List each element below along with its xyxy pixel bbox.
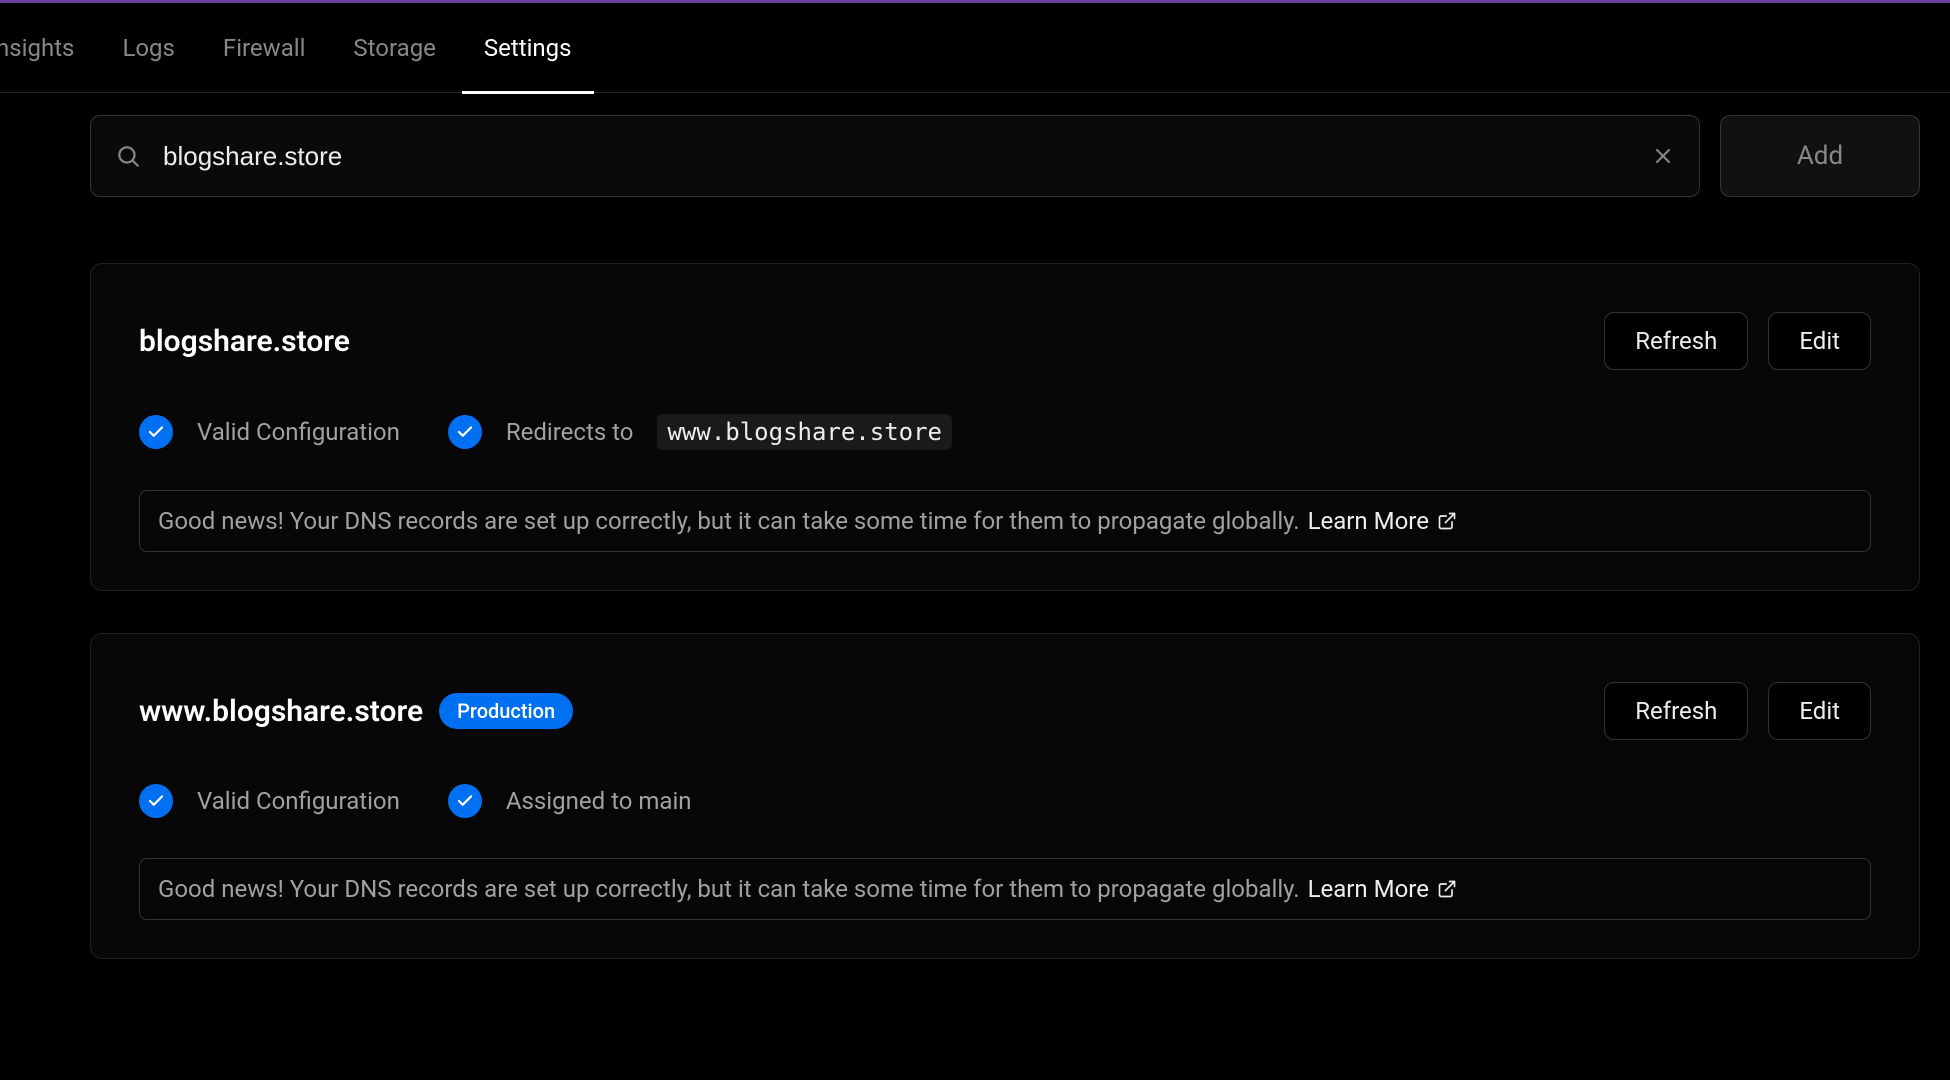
external-link-icon: [1437, 879, 1457, 899]
nav-item-insights[interactable]: d Insights: [0, 3, 74, 93]
domain-title-wrap: www.blogshare.store Production: [139, 693, 573, 729]
domain-card-header: www.blogshare.store Production Refresh E…: [139, 682, 1871, 740]
domain-status-row: Valid Configuration Redirects to www.blo…: [139, 414, 1871, 450]
learn-more-link[interactable]: Learn More: [1308, 875, 1457, 903]
domain-card-header: blogshare.store Refresh Edit: [139, 312, 1871, 370]
domain-card-actions: Refresh Edit: [1604, 312, 1871, 370]
status-label-prefix: Redirects to: [506, 418, 634, 446]
external-link-icon: [1437, 511, 1457, 531]
check-icon: [448, 784, 482, 818]
dns-notice-text: Good news! Your DNS records are set up c…: [158, 507, 1300, 535]
domain-card: www.blogshare.store Production Refresh E…: [90, 633, 1920, 959]
domain-card: blogshare.store Refresh Edit Valid Confi…: [90, 263, 1920, 591]
check-icon: [139, 415, 173, 449]
nav-item-logs[interactable]: Logs: [122, 3, 174, 93]
env-badge-production: Production: [439, 693, 573, 729]
status-label: Assigned to main: [506, 787, 692, 815]
domain-card-actions: Refresh Edit: [1604, 682, 1871, 740]
search-icon: [115, 143, 141, 169]
clear-search-icon[interactable]: [1651, 144, 1675, 168]
domain-status-row: Valid Configuration Assigned to main: [139, 784, 1871, 818]
status-label: Valid Configuration: [197, 418, 400, 446]
domain-search-box[interactable]: [90, 115, 1700, 197]
domain-name: blogshare.store: [139, 324, 350, 359]
learn-more-link[interactable]: Learn More: [1308, 507, 1457, 535]
top-nav: d Insights Logs Firewall Storage Setting…: [0, 3, 1950, 93]
status-assigned: Assigned to main: [448, 784, 692, 818]
dns-notice-text: Good news! Your DNS records are set up c…: [158, 875, 1300, 903]
status-valid-config: Valid Configuration: [139, 415, 400, 449]
status-redirects: Redirects to www.blogshare.store: [448, 414, 952, 450]
domain-name: www.blogshare.store: [139, 694, 423, 729]
edit-button[interactable]: Edit: [1768, 682, 1871, 740]
check-icon: [139, 784, 173, 818]
domain-search-input[interactable]: [163, 141, 1629, 172]
nav-item-firewall[interactable]: Firewall: [223, 3, 306, 93]
domain-title-wrap: blogshare.store: [139, 324, 350, 359]
learn-more-label: Learn More: [1308, 875, 1429, 903]
refresh-button[interactable]: Refresh: [1604, 312, 1748, 370]
status-label: Valid Configuration: [197, 787, 400, 815]
add-domain-button[interactable]: Add: [1720, 115, 1920, 197]
domain-search-row: Add: [90, 115, 1920, 197]
content-area: Add blogshare.store Refresh Edit Valid C…: [90, 115, 1920, 959]
edit-button[interactable]: Edit: [1768, 312, 1871, 370]
check-icon: [448, 415, 482, 449]
dns-notice: Good news! Your DNS records are set up c…: [139, 858, 1871, 920]
nav-item-settings[interactable]: Settings: [484, 3, 572, 93]
redirect-target-code: www.blogshare.store: [657, 414, 952, 450]
dns-notice: Good news! Your DNS records are set up c…: [139, 490, 1871, 552]
nav-item-storage[interactable]: Storage: [353, 3, 435, 93]
refresh-button[interactable]: Refresh: [1604, 682, 1748, 740]
learn-more-label: Learn More: [1308, 507, 1429, 535]
status-valid-config: Valid Configuration: [139, 784, 400, 818]
